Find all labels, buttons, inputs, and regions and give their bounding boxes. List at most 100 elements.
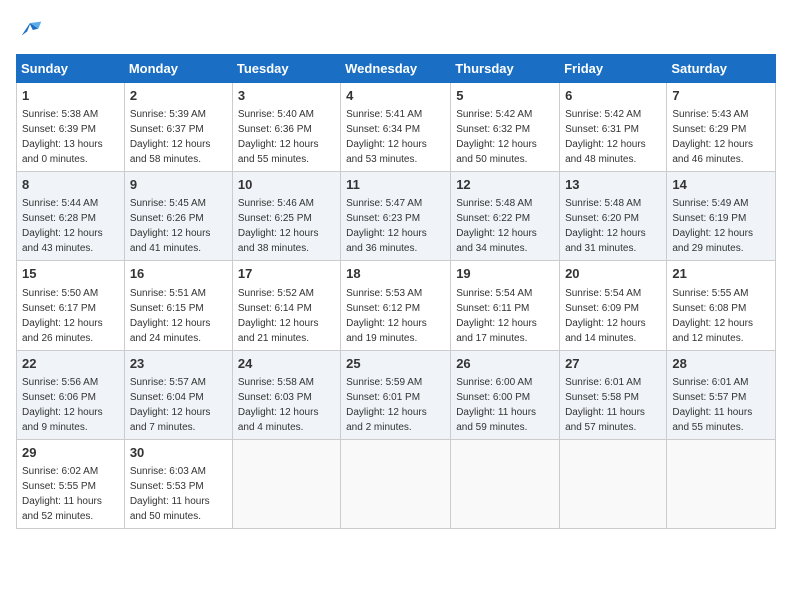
daylight-text: Daylight: 12 hours and 26 minutes.: [22, 318, 103, 344]
sunset-text: Sunset: 5:55 PM: [22, 481, 96, 492]
calendar-cell: 1Sunrise: 5:38 AMSunset: 6:39 PMDaylight…: [17, 83, 125, 172]
calendar-cell: 14Sunrise: 5:49 AMSunset: 6:19 PMDayligh…: [667, 172, 776, 261]
day-number: 3: [238, 87, 335, 105]
daylight-text: Daylight: 12 hours and 2 minutes.: [346, 407, 427, 433]
calendar-cell: [341, 439, 451, 528]
sunrise-text: Sunrise: 5:52 AM: [238, 288, 314, 299]
day-number: 2: [130, 87, 227, 105]
daylight-text: Daylight: 11 hours and 55 minutes.: [672, 407, 752, 433]
day-number: 29: [22, 444, 119, 462]
calendar-cell: 29 Sunrise: 6:02 AM Sunset: 5:55 PM Dayligh…: [17, 439, 125, 528]
daylight-text: Daylight: 12 hours and 41 minutes.: [130, 228, 211, 254]
sunset-text: Sunset: 6:32 PM: [456, 124, 530, 135]
daylight-text: Daylight: 12 hours and 55 minutes.: [238, 139, 319, 165]
sunrise-text: Sunrise: 5:38 AM: [22, 109, 98, 120]
day-number: 24: [238, 355, 335, 373]
sunset-text: Sunset: 6:06 PM: [22, 392, 96, 403]
col-header-saturday: Saturday: [667, 55, 776, 83]
sunrise-text: Sunrise: 5:55 AM: [672, 288, 748, 299]
day-number: 10: [238, 176, 335, 194]
day-number: 17: [238, 265, 335, 283]
sunset-text: Sunset: 6:23 PM: [346, 213, 420, 224]
sunrise-text: Sunrise: 5:56 AM: [22, 377, 98, 388]
daylight-text: Daylight: 12 hours and 9 minutes.: [22, 407, 103, 433]
calendar-week-row: 29 Sunrise: 6:02 AM Sunset: 5:55 PM Dayligh…: [17, 439, 776, 528]
day-number: 30: [130, 444, 227, 462]
sunrise-text: Sunrise: 5:51 AM: [130, 288, 206, 299]
calendar-week-row: 8Sunrise: 5:44 AMSunset: 6:28 PMDaylight…: [17, 172, 776, 261]
sunrise-text: Sunrise: 5:49 AM: [672, 198, 748, 209]
sunset-text: Sunset: 6:19 PM: [672, 213, 746, 224]
day-number: 9: [130, 176, 227, 194]
daylight-text: Daylight: 11 hours and 59 minutes.: [456, 407, 536, 433]
sunset-text: Sunset: 6:34 PM: [346, 124, 420, 135]
calendar-cell: 17Sunrise: 5:52 AMSunset: 6:14 PMDayligh…: [232, 261, 340, 350]
day-number: 25: [346, 355, 445, 373]
sunrise-text: Sunrise: 5:45 AM: [130, 198, 206, 209]
sunrise-text: Sunrise: 5:43 AM: [672, 109, 748, 120]
col-header-sunday: Sunday: [17, 55, 125, 83]
daylight-text: Daylight: 12 hours and 24 minutes.: [130, 318, 211, 344]
sunrise-text: Sunrise: 6:02 AM: [22, 466, 98, 477]
day-number: 8: [22, 176, 119, 194]
sunset-text: Sunset: 5:53 PM: [130, 481, 204, 492]
day-number: 22: [22, 355, 119, 373]
sunset-text: Sunset: 6:17 PM: [22, 303, 96, 314]
sunset-text: Sunset: 6:25 PM: [238, 213, 312, 224]
sunset-text: Sunset: 6:15 PM: [130, 303, 204, 314]
day-number: 7: [672, 87, 770, 105]
calendar-cell: 4Sunrise: 5:41 AMSunset: 6:34 PMDaylight…: [341, 83, 451, 172]
calendar-cell: 10 Sunrise: 5:46 AM Sunset: 6:25 PM Dayligh…: [232, 172, 340, 261]
sunrise-text: Sunrise: 5:48 AM: [565, 198, 641, 209]
sunrise-text: Sunrise: 5:59 AM: [346, 377, 422, 388]
sunset-text: Sunset: 6:28 PM: [22, 213, 96, 224]
calendar-cell: 25Sunrise: 5:59 AMSunset: 6:01 PMDayligh…: [341, 350, 451, 439]
day-number: 27: [565, 355, 661, 373]
sunset-text: Sunset: 6:08 PM: [672, 303, 746, 314]
day-number: 4: [346, 87, 445, 105]
daylight-text: Daylight: 12 hours and 50 minutes.: [456, 139, 537, 165]
daylight-text: Daylight: 11 hours and 52 minutes.: [22, 496, 102, 522]
day-number: 5: [456, 87, 554, 105]
sunrise-text: Sunrise: 6:01 AM: [565, 377, 641, 388]
daylight-text: Daylight: 12 hours and 38 minutes.: [238, 228, 319, 254]
daylight-text: Daylight: 11 hours and 57 minutes.: [565, 407, 645, 433]
calendar-cell: 12Sunrise: 5:48 AMSunset: 6:22 PMDayligh…: [451, 172, 560, 261]
calendar-cell: 24Sunrise: 5:58 AMSunset: 6:03 PMDayligh…: [232, 350, 340, 439]
sunset-text: Sunset: 6:26 PM: [130, 213, 204, 224]
sunset-text: Sunset: 6:00 PM: [456, 392, 530, 403]
daylight-text: Daylight: 12 hours and 17 minutes.: [456, 318, 537, 344]
calendar-cell: 22 Sunrise: 5:56 AM Sunset: 6:06 PM Dayligh…: [17, 350, 125, 439]
calendar-cell: [451, 439, 560, 528]
calendar-cell: 16Sunrise: 5:51 AMSunset: 6:15 PMDayligh…: [124, 261, 232, 350]
calendar-cell: 2Sunrise: 5:39 AMSunset: 6:37 PMDaylight…: [124, 83, 232, 172]
calendar-cell: 11Sunrise: 5:47 AMSunset: 6:23 PMDayligh…: [341, 172, 451, 261]
calendar-cell: 3Sunrise: 5:40 AMSunset: 6:36 PMDaylight…: [232, 83, 340, 172]
sunset-text: Sunset: 6:22 PM: [456, 213, 530, 224]
sunrise-text: Sunrise: 5:40 AM: [238, 109, 314, 120]
sunset-text: Sunset: 6:20 PM: [565, 213, 639, 224]
sunrise-text: Sunrise: 5:46 AM: [238, 198, 314, 209]
sunrise-text: Sunrise: 5:54 AM: [456, 288, 532, 299]
sunset-text: Sunset: 6:39 PM: [22, 124, 96, 135]
sunrise-text: Sunrise: 5:42 AM: [456, 109, 532, 120]
calendar-table: SundayMondayTuesdayWednesdayThursdayFrid…: [16, 54, 776, 529]
day-number: 23: [130, 355, 227, 373]
calendar-cell: 18Sunrise: 5:53 AMSunset: 6:12 PMDayligh…: [341, 261, 451, 350]
sunset-text: Sunset: 6:31 PM: [565, 124, 639, 135]
logo: [16, 16, 48, 44]
calendar-week-row: 22 Sunrise: 5:56 AM Sunset: 6:06 PM Dayligh…: [17, 350, 776, 439]
calendar-week-row: 1Sunrise: 5:38 AMSunset: 6:39 PMDaylight…: [17, 83, 776, 172]
daylight-text: Daylight: 12 hours and 12 minutes.: [672, 318, 753, 344]
calendar-cell: 9 Sunrise: 5:45 AM Sunset: 6:26 PM Daylight…: [124, 172, 232, 261]
sunset-text: Sunset: 6:12 PM: [346, 303, 420, 314]
sunrise-text: Sunrise: 6:01 AM: [672, 377, 748, 388]
daylight-text: Daylight: 13 hours and 0 minutes.: [22, 139, 103, 165]
sunrise-text: Sunrise: 5:48 AM: [456, 198, 532, 209]
sunrise-text: Sunrise: 5:54 AM: [565, 288, 641, 299]
sunset-text: Sunset: 6:14 PM: [238, 303, 312, 314]
day-number: 6: [565, 87, 661, 105]
daylight-text: Daylight: 12 hours and 46 minutes.: [672, 139, 753, 165]
daylight-text: Daylight: 12 hours and 36 minutes.: [346, 228, 427, 254]
calendar-cell: 8Sunrise: 5:44 AMSunset: 6:28 PMDaylight…: [17, 172, 125, 261]
